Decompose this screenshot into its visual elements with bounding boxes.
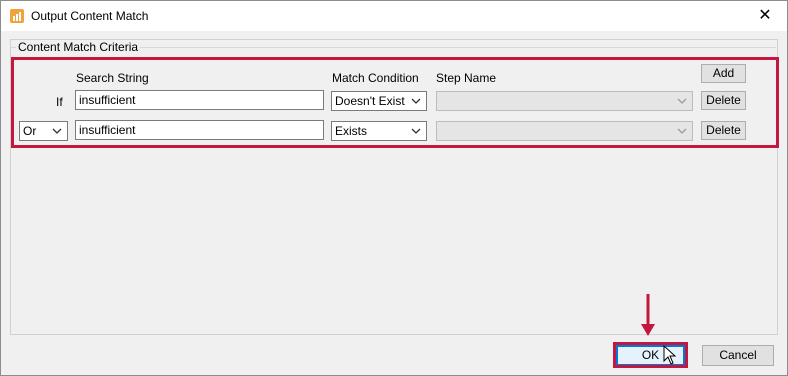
group-label: Content Match Criteria [16,40,141,54]
close-button[interactable]: ✕ [743,1,787,31]
mouse-pointer-icon [663,345,677,365]
criteria-highlight-box [11,57,779,148]
title-bar: Output Content Match ✕ [1,1,787,31]
close-icon: ✕ [758,7,772,24]
down-arrow-icon [641,294,655,336]
window-title: Output Content Match [31,9,149,23]
cancel-button[interactable]: Cancel [702,345,774,366]
chart-bars-icon [10,9,24,23]
